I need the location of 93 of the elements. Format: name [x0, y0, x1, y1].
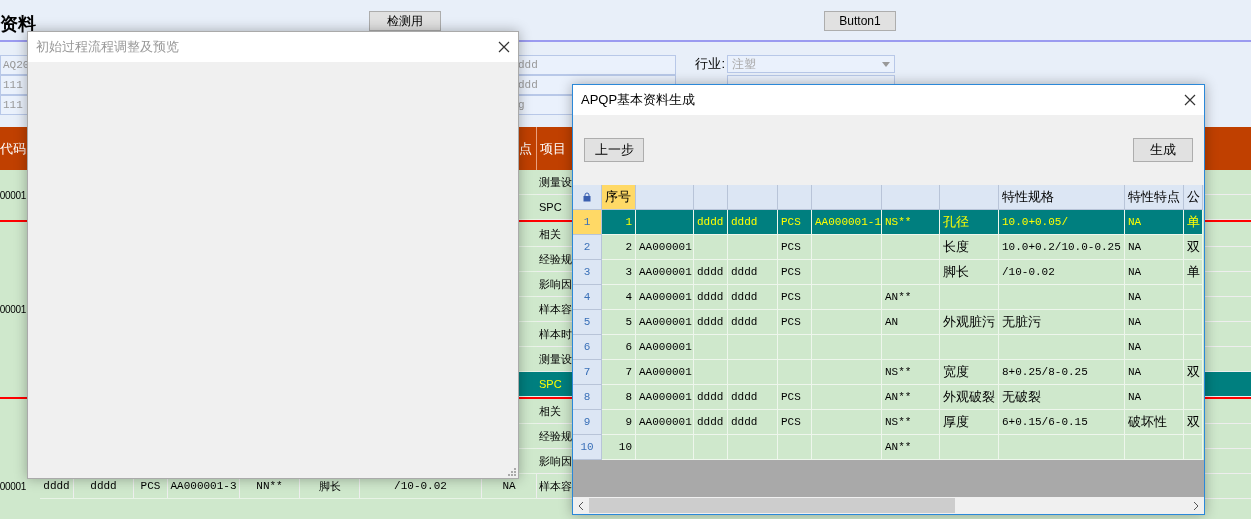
table-cell: 6+0.15/6-0.15 [999, 410, 1125, 435]
table-cell: AN [882, 310, 940, 335]
table-cell: dddd [694, 385, 728, 410]
table-cell: 2 [602, 235, 636, 260]
table-cell: /10-0.02 [999, 260, 1125, 285]
table-cell: AN** [882, 435, 940, 460]
page-title: 资料 [0, 13, 37, 36]
table-cell: AA000001-1 [812, 210, 882, 235]
row-number: 10 [573, 435, 602, 460]
table-cell: 外观破裂 [940, 385, 999, 410]
table-cell: 1 [602, 210, 636, 235]
table-cell: 9 [602, 410, 636, 435]
table-cell: dddd [694, 410, 728, 435]
dialog-title: 初始过程流程调整及预览 [36, 38, 179, 56]
column-header: 点 [519, 139, 532, 158]
industry-label: 行业: [694, 55, 726, 73]
table-cell: PCS [778, 235, 812, 260]
table-cell: 宽度 [940, 360, 999, 385]
table-cell: AN** [882, 385, 940, 410]
row-number: 8 [573, 385, 602, 410]
table-cell: 单 [1184, 210, 1203, 235]
table-cell: PCS [778, 310, 812, 335]
table-cell: AA000001 [636, 285, 694, 310]
table-cell: AA000001 [636, 385, 694, 410]
table-cell: PCS [778, 285, 812, 310]
table-cell: NS** [882, 410, 940, 435]
row-number: 6 [573, 335, 602, 360]
table-cell: dddd [694, 285, 728, 310]
table-cell: NS** [882, 210, 940, 235]
table-cell: NA [1125, 360, 1184, 385]
table-cell: dddd [694, 210, 728, 235]
table-cell: 无脏污 [999, 310, 1125, 335]
table-cell-text: 00001 [0, 188, 27, 203]
table-cell: AA000001 [636, 235, 694, 260]
table-cell: 10.0+0.2/10.0-0.25 [999, 235, 1125, 260]
row-number: 1 [573, 210, 602, 235]
dialog-title: APQP基本资料生成 [581, 91, 696, 109]
table-cell: dddd [728, 260, 778, 285]
table-cell: NA [1125, 310, 1184, 335]
table-cell: 单 [1184, 260, 1203, 285]
table-cell: PCS [778, 410, 812, 435]
table-cell: NA [1125, 385, 1184, 410]
table-cell: 孔径 [940, 210, 999, 235]
table-cell: 8+0.25/8-0.25 [999, 360, 1125, 385]
table-cell: NA [1125, 260, 1184, 285]
table-cell: dddd [694, 260, 728, 285]
table-cell: PCS [778, 260, 812, 285]
table-cell: 7 [602, 360, 636, 385]
table-cell: 双 [1184, 410, 1203, 435]
table-cell: dddd [728, 210, 778, 235]
table-cell: dddd [728, 310, 778, 335]
table-cell: 双 [1184, 360, 1203, 385]
table-cell: 6 [602, 335, 636, 360]
row-number: 7 [573, 360, 602, 385]
table-cell: NA [1125, 335, 1184, 360]
table-cell: 破坏性 [1125, 410, 1184, 435]
table-cell: AN** [882, 285, 940, 310]
table-cell: dddd [728, 385, 778, 410]
row-number: 2 [573, 235, 602, 260]
row-number: 3 [573, 260, 602, 285]
table-cell: 10.0+0.05/ [999, 210, 1125, 235]
table-cell-text: 00001 [0, 303, 27, 317]
table-cell: AA000001 [636, 260, 694, 285]
table-cell: NS** [882, 360, 940, 385]
row-number: 4 [573, 285, 602, 310]
table-cell: 10 [602, 435, 636, 460]
row-number: 5 [573, 310, 602, 335]
column-header: 代码 [0, 139, 26, 158]
table-cell: 脚长 [940, 260, 999, 285]
table-cell: AA000001 [636, 410, 694, 435]
row-number: 9 [573, 410, 602, 435]
table-cell: 厚度 [940, 410, 999, 435]
table-cell: AA000001 [636, 360, 694, 385]
table-cell: 双 [1184, 235, 1203, 260]
column-header: 项目 [540, 139, 566, 158]
table-cell: dddd [728, 285, 778, 310]
table-cell: PCS [778, 385, 812, 410]
table-cell: 4 [602, 285, 636, 310]
table-cell: PCS [778, 210, 812, 235]
table-cell: dddd [694, 310, 728, 335]
table-cell: NA [1125, 235, 1184, 260]
table-cell-text: 00001 [0, 480, 27, 494]
table-cell: AA000001 [636, 335, 694, 360]
table-cell: 外观脏污 [940, 310, 999, 335]
table-cell: 3 [602, 260, 636, 285]
table-cell: 8 [602, 385, 636, 410]
table-cell: dddd [728, 410, 778, 435]
table-cell: NA [1125, 210, 1184, 235]
table-cell: 长度 [940, 235, 999, 260]
table-cell: 5 [602, 310, 636, 335]
table-cell: NA [1125, 285, 1184, 310]
table-cell: 无破裂 [999, 385, 1125, 410]
table-cell: AA000001 [636, 310, 694, 335]
